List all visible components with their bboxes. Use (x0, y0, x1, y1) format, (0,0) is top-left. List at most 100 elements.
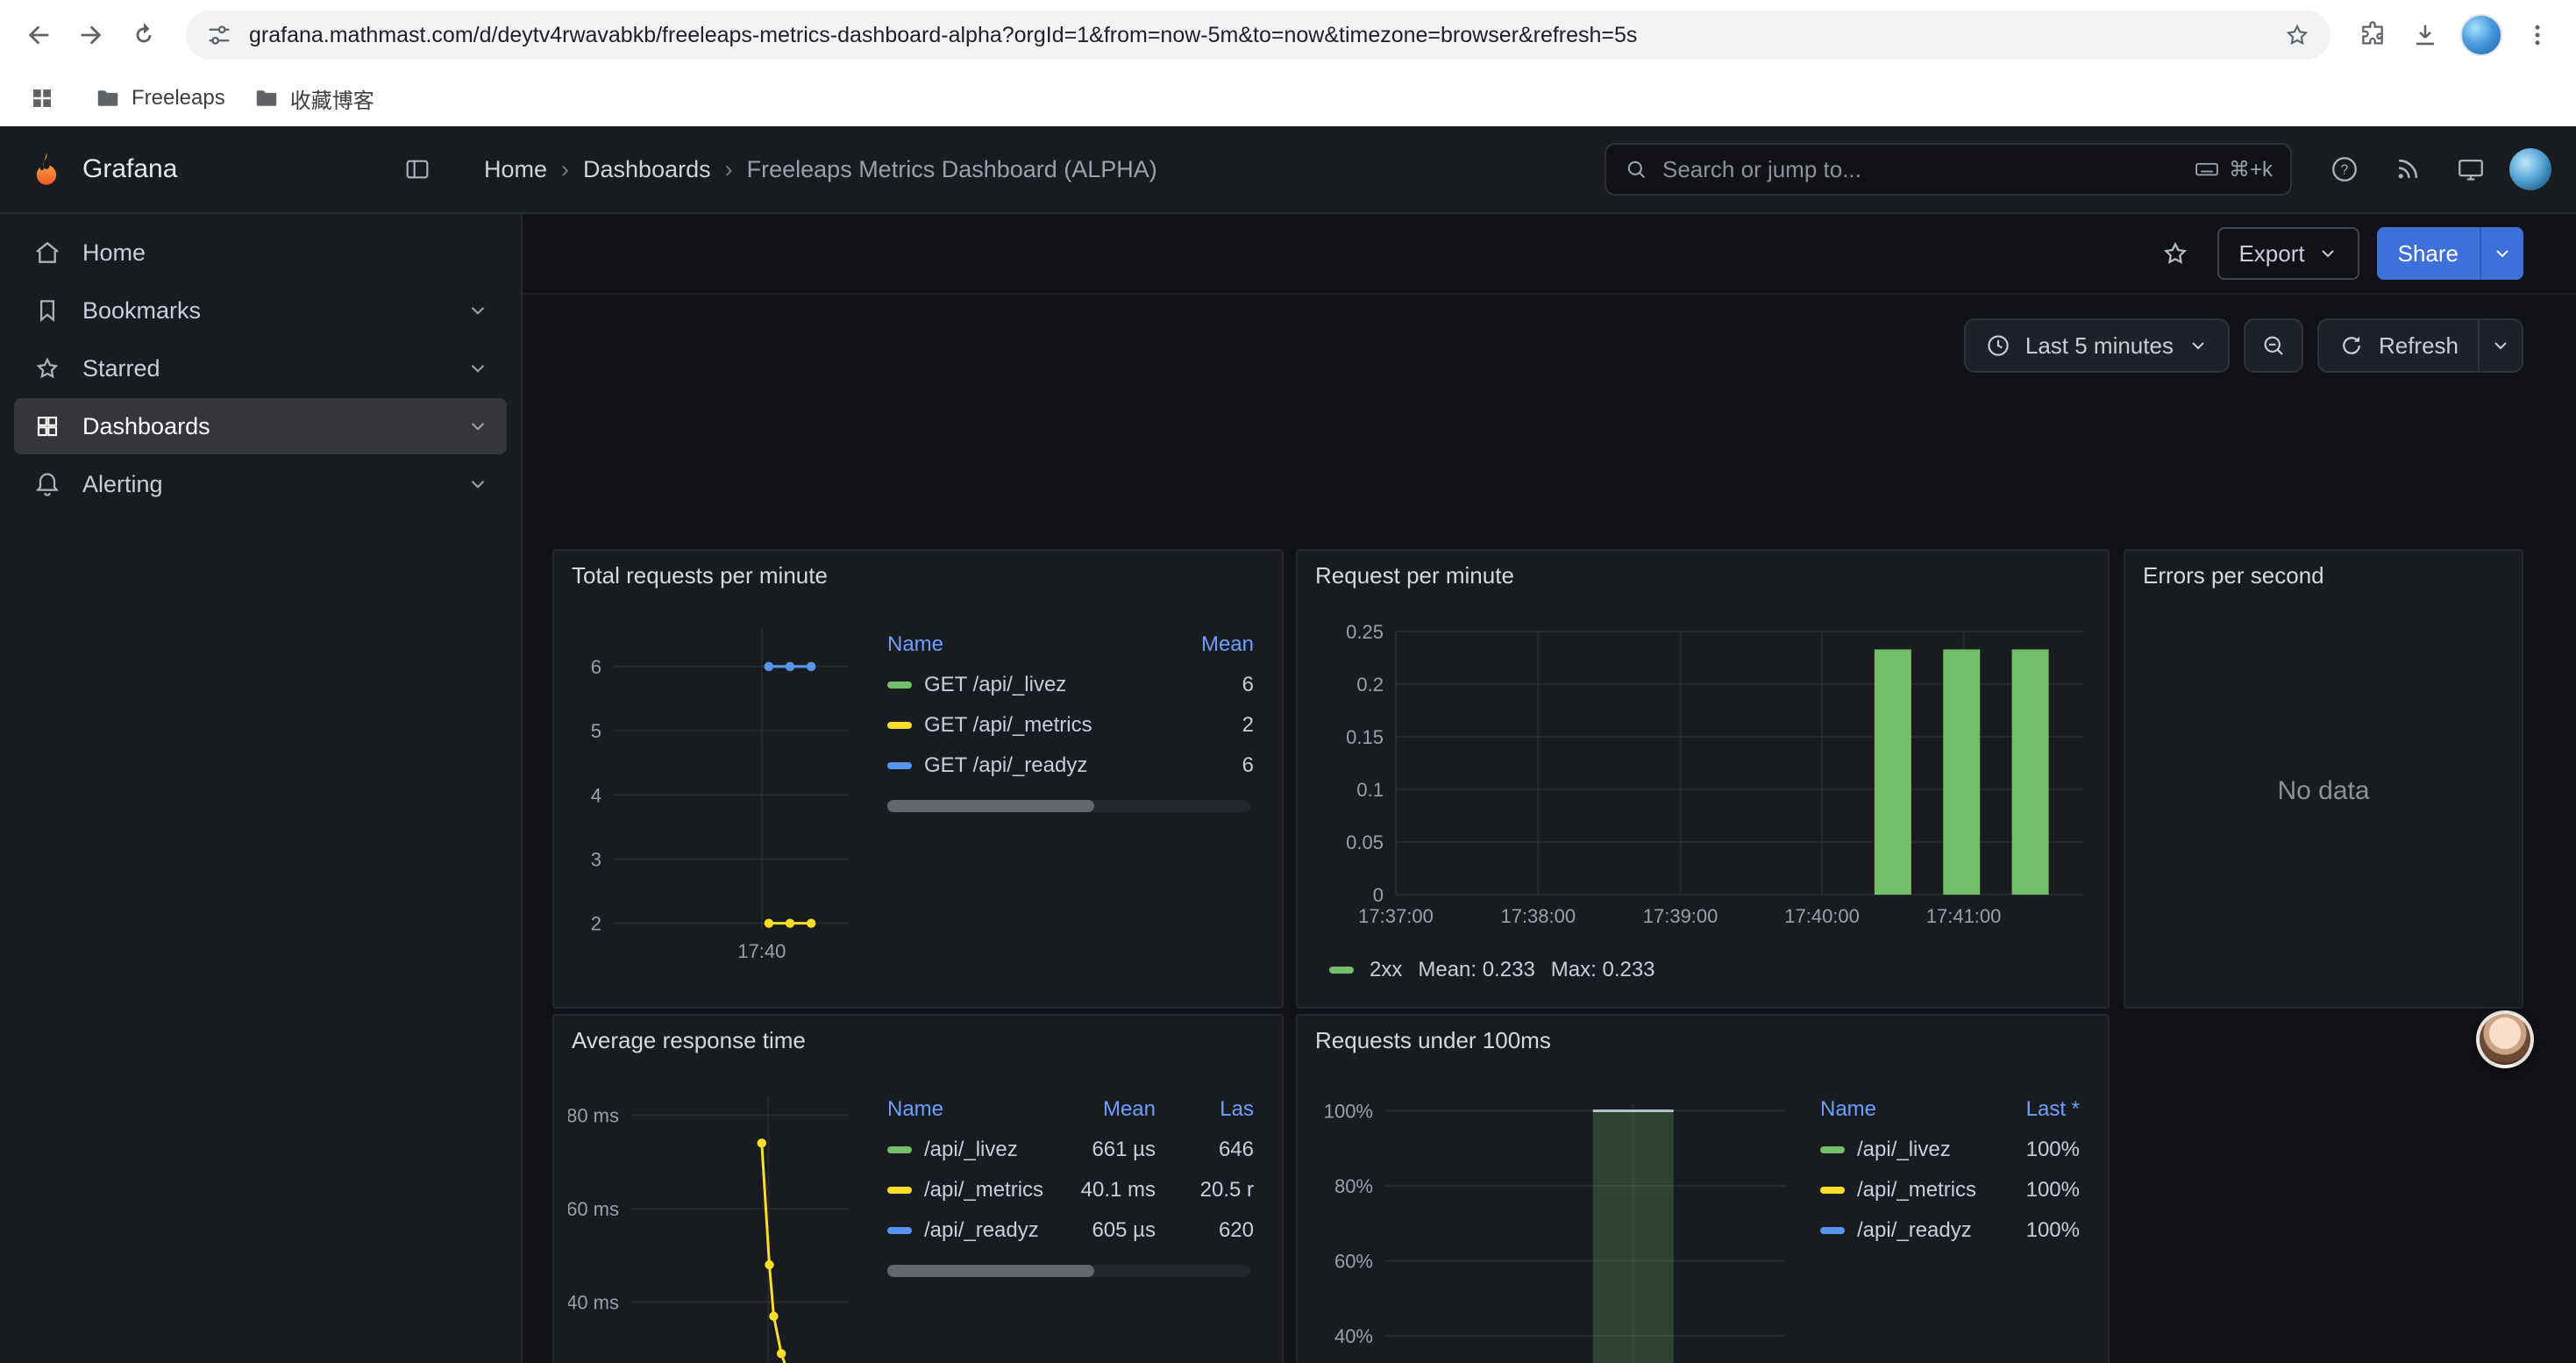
time-range-picker[interactable]: Last 5 minutes (1964, 318, 2230, 373)
legend-row[interactable]: /api/_readyz605 µs620 (887, 1210, 1254, 1251)
extensions-icon[interactable] (2348, 11, 2397, 60)
dashboard-content: Export Share Last 5 minutes (523, 214, 2576, 1363)
legend-header-row[interactable]: NameMeanLas (887, 1089, 1254, 1130)
refresh-button[interactable]: Refresh (2317, 318, 2478, 373)
monitor-icon[interactable] (2446, 145, 2495, 194)
legend-row[interactable]: /api/_readyz100% (1820, 1210, 2080, 1251)
legend-row[interactable]: GET /api/_livez6 (887, 665, 1254, 705)
svg-text:0.05: 0.05 (1346, 831, 1384, 853)
address-bar[interactable]: grafana.mathmast.com/d/deytv4rwavabkb/fr… (186, 11, 2330, 60)
svg-text:100%: 100% (1324, 1101, 1373, 1123)
bell-icon (32, 468, 63, 500)
refresh-interval-caret[interactable] (2478, 318, 2523, 373)
share-button-group: Share (2377, 227, 2523, 280)
legend-row[interactable]: /api/_livez661 µs646 (887, 1130, 1254, 1170)
bookmark-favorite-blogs[interactable]: 收藏博客 (253, 83, 374, 114)
browser-window: grafana.mathmast.com/d/deytv4rwavabkb/fr… (0, 0, 2576, 1363)
sidebar-item-dashboards[interactable]: Dashboards (14, 398, 507, 454)
panel-title[interactable]: Requests under 100ms (1298, 1016, 2108, 1065)
chevron-down-icon (2317, 243, 2338, 264)
folder-icon (253, 85, 280, 111)
legend-row[interactable]: /api/_metrics40.1 ms20.5 r (887, 1170, 1254, 1210)
series-color-icon (887, 1227, 912, 1234)
reload-icon[interactable] (119, 11, 168, 60)
svg-text:80%: 80% (1334, 1175, 1373, 1197)
apps-grid-icon[interactable] (18, 74, 67, 123)
brand-name: Grafana (82, 154, 177, 184)
chevron-down-icon (2188, 335, 2209, 356)
chevron-down-icon[interactable] (466, 415, 489, 438)
series-color-icon (887, 682, 912, 689)
bookmark-star-icon[interactable] (2278, 16, 2316, 54)
favorite-star-icon[interactable] (2151, 229, 2200, 278)
total-requests-chart: 6543217:40 (568, 603, 866, 986)
legend-row[interactable]: GET /api/_metrics2 (887, 705, 1254, 746)
panel-title[interactable]: Total requests per minute (554, 551, 1282, 600)
series-color-icon (887, 762, 912, 769)
legend-row[interactable]: /api/_livez100% (1820, 1130, 2080, 1170)
downloads-icon[interactable] (2401, 11, 2450, 60)
svg-text:40 ms: 40 ms (568, 1292, 619, 1314)
legend-scrollbar[interactable] (887, 1265, 1250, 1277)
news-icon[interactable] (2383, 145, 2432, 194)
sidebar-item-starred[interactable]: Starred (14, 340, 507, 396)
sidebar-item-home[interactable]: Home (14, 225, 507, 281)
sidebar-toggle-icon[interactable] (393, 145, 442, 194)
chevron-down-icon[interactable] (466, 357, 489, 380)
zoom-out-icon (2260, 332, 2287, 359)
legend-header-row[interactable]: NameLast * (1820, 1089, 2080, 1130)
search-box[interactable]: ⌘+k (1605, 143, 2292, 196)
series-color-icon (1820, 1146, 1845, 1153)
series-color-icon (887, 722, 912, 729)
site-info-icon[interactable] (200, 16, 238, 54)
svg-text:5: 5 (591, 720, 601, 742)
back-icon[interactable] (14, 11, 63, 60)
grafana-app: Grafana Home › Dashboards › Freeleaps Me… (0, 126, 2576, 1363)
total-requests-legend: NameMeanGET /api/_livez6GET /api/_metric… (866, 603, 1268, 996)
breadcrumb-dashboards[interactable]: Dashboards (583, 156, 711, 183)
keyboard-icon (2194, 156, 2220, 182)
browser-menu-icon[interactable] (2513, 11, 2562, 60)
help-icon[interactable]: ? (2320, 145, 2369, 194)
assistant-avatar[interactable] (2476, 1010, 2534, 1068)
breadcrumb-home[interactable]: Home (484, 156, 547, 183)
bookmark-freeleaps[interactable]: Freeleaps (95, 85, 225, 111)
search-input[interactable] (1662, 156, 2180, 183)
share-caret-button[interactable] (2480, 227, 2523, 280)
chevron-down-icon[interactable] (466, 473, 489, 496)
panel-title[interactable]: Errors per second (2125, 551, 2522, 600)
chevron-down-icon[interactable] (466, 299, 489, 322)
legend-header-row[interactable]: NameMean (887, 624, 1254, 665)
breadcrumb-current: Freeleaps Metrics Dashboard (ALPHA) (747, 156, 1157, 183)
series-color-icon (1820, 1227, 1845, 1234)
url-text: grafana.mathmast.com/d/deytv4rwavabkb/fr… (249, 23, 2267, 48)
sidebar-item-bookmarks[interactable]: Bookmarks (14, 282, 507, 339)
export-button[interactable]: Export (2217, 227, 2359, 280)
share-button[interactable]: Share (2377, 227, 2480, 280)
panel-title[interactable]: Request per minute (1298, 551, 2108, 600)
svg-text:0.15: 0.15 (1346, 726, 1384, 748)
svg-text:3: 3 (591, 848, 601, 870)
legend-row[interactable]: /api/_metrics100% (1820, 1170, 2080, 1210)
svg-text:?: ? (2341, 163, 2349, 178)
user-avatar[interactable] (2509, 148, 2551, 190)
legend-scrollbar[interactable] (887, 800, 1250, 812)
series-color-icon (1329, 967, 1354, 974)
requests-under-100ms-legend: NameLast */api/_livez100%/api/_metrics10… (1799, 1068, 2094, 1363)
forward-icon[interactable] (67, 11, 116, 60)
refresh-icon (2338, 332, 2365, 359)
series-mean-stat: Mean: 0.233 (1418, 958, 1534, 982)
zoom-out-button[interactable] (2244, 318, 2303, 373)
no-data-message: No data (2125, 600, 2522, 1007)
svg-text:60%: 60% (1334, 1251, 1373, 1273)
svg-text:60 ms: 60 ms (568, 1198, 619, 1220)
panel-title[interactable]: Average response time (554, 1016, 1282, 1065)
series-label[interactable]: 2xx (1370, 958, 1402, 982)
grafana-logo[interactable] (28, 151, 65, 188)
sidebar-item-alerting[interactable]: Alerting (14, 456, 507, 512)
header-icons: ? (2320, 145, 2551, 194)
svg-text:0.25: 0.25 (1346, 621, 1384, 643)
svg-text:17:38:00: 17:38:00 (1500, 905, 1576, 927)
browser-profile-avatar[interactable] (2460, 14, 2502, 56)
legend-row[interactable]: GET /api/_readyz6 (887, 746, 1254, 786)
